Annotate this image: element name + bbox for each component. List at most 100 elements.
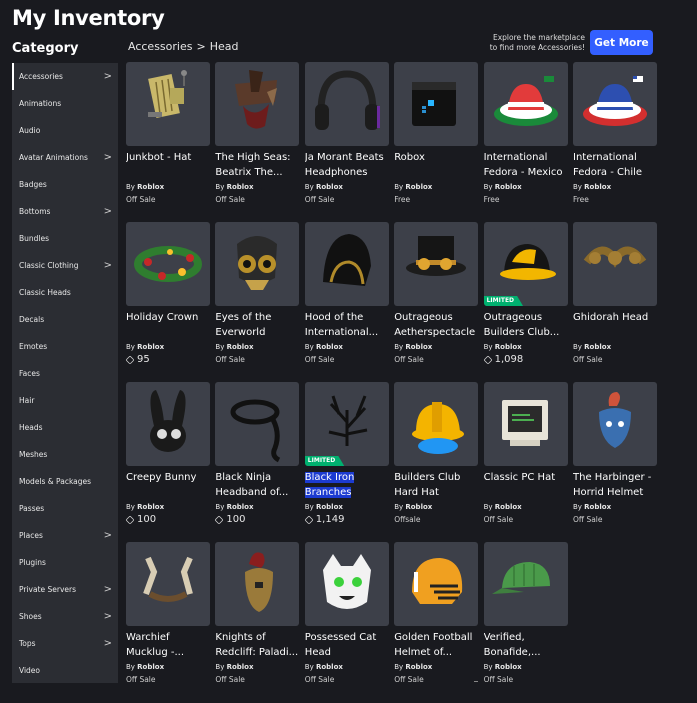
category-item-classic-clothing[interactable]: Classic Clothing > bbox=[12, 252, 118, 279]
item-name[interactable]: International Fedora - Mexico bbox=[484, 150, 568, 180]
inventory-item[interactable]: Warchief Mucklug -... By Roblox Off Sale bbox=[126, 542, 210, 685]
category-item-accessories[interactable]: Accessories > bbox=[12, 63, 118, 90]
category-item-private-servers[interactable]: Private Servers > bbox=[12, 576, 118, 603]
item-thumbnail[interactable] bbox=[126, 222, 210, 306]
inventory-item[interactable]: Junkbot - Hat By Roblox Off Sale bbox=[126, 62, 210, 205]
category-item-shoes[interactable]: Shoes > bbox=[12, 603, 118, 630]
item-name[interactable]: Black Ninja Headband of... bbox=[215, 470, 299, 500]
category-item-places[interactable]: Places > bbox=[12, 522, 118, 549]
item-thumbnail[interactable] bbox=[394, 62, 479, 146]
item-name[interactable]: Classic PC Hat bbox=[484, 470, 568, 500]
inventory-item[interactable]: Classic PC Hat By Roblox Off Sale bbox=[483, 382, 568, 525]
item-name[interactable]: Possessed Cat Head bbox=[305, 630, 389, 660]
category-item-classic-heads[interactable]: Classic Heads bbox=[12, 279, 118, 306]
creator-link[interactable]: Roblox bbox=[584, 343, 611, 351]
item-name[interactable]: Outrageous Aetherspectacles bbox=[394, 310, 478, 340]
item-name[interactable]: Knights of Redcliff: Paladi... bbox=[215, 630, 299, 660]
category-item-heads[interactable]: Heads bbox=[12, 414, 118, 441]
item-thumbnail[interactable] bbox=[215, 222, 300, 306]
category-item-meshes[interactable]: Meshes bbox=[12, 441, 118, 468]
inventory-item[interactable]: Verified, Bonafide,... By Roblox Off Sale bbox=[483, 542, 568, 685]
category-item-video[interactable]: Video bbox=[12, 657, 118, 684]
creator-link[interactable]: Roblox bbox=[495, 183, 522, 191]
item-name[interactable]: The Harbinger - Horrid Helmet bbox=[573, 470, 657, 500]
creator-link[interactable]: Roblox bbox=[316, 503, 343, 511]
item-name[interactable]: Holiday Crown bbox=[126, 310, 210, 340]
inventory-item[interactable]: Possessed Cat Head By Roblox Off Sale bbox=[304, 542, 389, 685]
item-thumbnail[interactable] bbox=[483, 62, 568, 146]
creator-link[interactable]: Roblox bbox=[405, 663, 432, 671]
inventory-item[interactable]: Eyes of the Everworld By Roblox Off Sale bbox=[215, 222, 300, 365]
inventory-item[interactable]: Creepy Bunny By Roblox 100 bbox=[125, 382, 210, 525]
item-thumbnail[interactable]: LIMITED bbox=[304, 382, 389, 466]
creator-link[interactable]: Roblox bbox=[584, 503, 611, 511]
breadcrumb-accessories-link[interactable]: Accessories bbox=[128, 40, 192, 53]
item-thumbnail[interactable] bbox=[483, 382, 568, 466]
inventory-item[interactable]: Black Ninja Headband of... By Roblox 100 bbox=[214, 382, 300, 525]
item-name[interactable]: Builders Club Hard Hat bbox=[394, 470, 478, 500]
item-name[interactable]: Robox bbox=[394, 150, 478, 180]
item-thumbnail[interactable] bbox=[215, 382, 300, 466]
creator-link[interactable]: Roblox bbox=[227, 663, 254, 671]
item-thumbnail[interactable] bbox=[394, 542, 479, 626]
inventory-item[interactable]: Ja Morant Beats Headphones By Roblox Off S… bbox=[304, 62, 389, 205]
creator-link[interactable]: Roblox bbox=[137, 183, 164, 191]
creator-link[interactable]: Roblox bbox=[495, 503, 522, 511]
creator-link[interactable]: Roblox bbox=[495, 663, 522, 671]
inventory-item[interactable]: Holiday Crown By Roblox 95 bbox=[125, 222, 210, 365]
item-thumbnail[interactable] bbox=[304, 222, 389, 306]
item-name[interactable]: The High Seas: Beatrix The... bbox=[215, 150, 299, 180]
item-name[interactable]: Creepy Bunny bbox=[126, 470, 210, 500]
item-name[interactable]: Golden Football Helmet of... bbox=[394, 630, 478, 660]
inventory-item[interactable]: Golden Football Helmet of... By Roblox Off… bbox=[394, 542, 479, 685]
inventory-item[interactable]: Hood of the International... By Roblox Off… bbox=[304, 222, 389, 365]
item-thumbnail[interactable] bbox=[394, 382, 479, 466]
item-thumbnail[interactable] bbox=[215, 62, 300, 146]
creator-link[interactable]: Roblox bbox=[137, 343, 164, 351]
inventory-item[interactable]: Robox By Roblox Free bbox=[394, 62, 479, 205]
inventory-item[interactable]: LIMITED Black Iron Branches By Roblox 1,149 bbox=[304, 382, 389, 525]
item-thumbnail[interactable] bbox=[126, 62, 210, 146]
category-item-avatar-animations[interactable]: Avatar Animations > bbox=[12, 144, 118, 171]
item-thumbnail[interactable] bbox=[304, 62, 389, 146]
creator-link[interactable]: Roblox bbox=[137, 503, 164, 511]
category-item-decals[interactable]: Decals bbox=[12, 306, 118, 333]
item-thumbnail[interactable] bbox=[573, 222, 657, 306]
item-name[interactable]: Hood of the International... bbox=[305, 310, 389, 340]
inventory-item[interactable]: Ghidorah Head By Roblox Off Sale bbox=[573, 222, 657, 365]
item-name[interactable]: Eyes of the Everworld bbox=[215, 310, 299, 340]
creator-link[interactable]: Roblox bbox=[227, 503, 254, 511]
item-thumbnail[interactable] bbox=[394, 222, 479, 306]
creator-link[interactable]: Roblox bbox=[316, 343, 343, 351]
inventory-item[interactable]: LIMITED Outrageous Builders Club... By Rob… bbox=[483, 222, 568, 365]
creator-link[interactable]: Roblox bbox=[316, 183, 343, 191]
category-item-emotes[interactable]: Emotes bbox=[12, 333, 118, 360]
inventory-item[interactable]: The Harbinger - Horrid Helmet By Roblox Of… bbox=[573, 382, 657, 525]
get-more-button[interactable]: Get More bbox=[590, 30, 653, 55]
item-thumbnail[interactable] bbox=[573, 62, 657, 146]
item-thumbnail[interactable] bbox=[215, 542, 300, 626]
category-item-animations[interactable]: Animations bbox=[12, 90, 118, 117]
item-name[interactable]: Verified, Bonafide,... bbox=[484, 630, 568, 660]
item-name[interactable]: Black Iron Branches bbox=[304, 470, 389, 500]
creator-link[interactable]: Roblox bbox=[405, 503, 432, 511]
item-name[interactable]: Ja Morant Beats Headphones bbox=[305, 150, 389, 180]
creator-link[interactable]: Roblox bbox=[405, 183, 432, 191]
item-name[interactable]: Outrageous Builders Club... bbox=[484, 310, 568, 340]
item-name[interactable]: Warchief Mucklug -... bbox=[126, 630, 210, 660]
category-item-models-packages[interactable]: Models & Packages bbox=[12, 468, 118, 495]
item-thumbnail[interactable] bbox=[573, 382, 657, 466]
category-item-tops[interactable]: Tops > bbox=[12, 630, 118, 657]
inventory-item[interactable]: International Fedora - Mexico By Roblox Fr… bbox=[483, 62, 568, 205]
creator-link[interactable]: Roblox bbox=[584, 183, 611, 191]
category-item-bundles[interactable]: Bundles bbox=[12, 225, 118, 252]
creator-link[interactable]: Roblox bbox=[137, 663, 164, 671]
category-item-audio[interactable]: Audio bbox=[12, 117, 118, 144]
creator-link[interactable]: Roblox bbox=[316, 663, 343, 671]
inventory-item[interactable]: Outrageous Aetherspectacles By Roblox Off … bbox=[394, 222, 479, 365]
item-thumbnail[interactable]: LIMITED bbox=[483, 222, 568, 306]
inventory-item[interactable]: The High Seas: Beatrix The... By Roblox Of… bbox=[215, 62, 300, 205]
category-item-badges[interactable]: Badges bbox=[12, 171, 118, 198]
item-thumbnail[interactable] bbox=[126, 382, 210, 466]
inventory-item[interactable]: Knights of Redcliff: Paladi... By Roblox O… bbox=[215, 542, 300, 685]
